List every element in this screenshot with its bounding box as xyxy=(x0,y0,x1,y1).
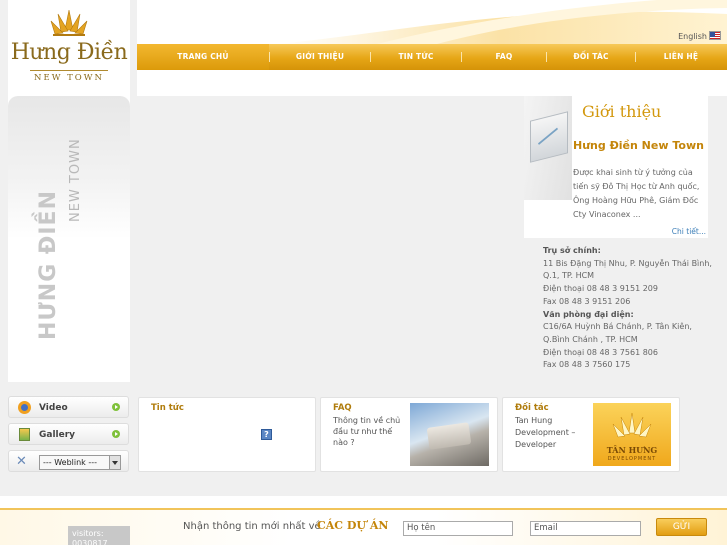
video-button[interactable]: Video xyxy=(8,396,129,418)
intro-text: Được khai sinh từ ý tưởng của tiến sỹ Đô… xyxy=(573,168,700,219)
faq-text[interactable]: Thông tin về chủ đầu tư như thế nào ? xyxy=(333,415,405,448)
faq-image xyxy=(410,403,489,466)
nav-item-news[interactable]: TIN TỨC xyxy=(371,44,461,70)
partner-sun-icon xyxy=(612,412,652,438)
video-icon xyxy=(18,401,31,414)
signup-project: CÁC DỰ ÁN xyxy=(317,519,389,532)
vertical-brand-name: HƯNG ĐIỀN xyxy=(36,190,61,340)
nav-item-about[interactable]: GIỚI THIỆU xyxy=(270,44,370,70)
intro-panel: Giới thiệu Hưng Điền New Town Được khai … xyxy=(524,96,708,226)
vertical-brand-tagline: NEW TOWN xyxy=(68,138,83,222)
nav-item-faq[interactable]: FAQ xyxy=(462,44,546,70)
nav-underbar xyxy=(137,70,727,96)
lotus-logo-icon xyxy=(50,9,88,36)
intro-more-link[interactable]: Chi tiết... xyxy=(524,226,708,238)
news-title[interactable]: Tin tức xyxy=(151,403,184,413)
arrow-right-icon xyxy=(112,430,120,438)
visitor-counter: visitors: 0030817 xyxy=(68,526,130,545)
nav-separator xyxy=(461,52,462,62)
partner-box: Đối tác Tan Hung Development – Developer… xyxy=(502,397,680,472)
nav-item-contact[interactable]: LIÊN HỆ xyxy=(636,44,726,70)
gallery-icon xyxy=(19,428,30,441)
intro-title: Giới thiệu xyxy=(582,102,662,121)
language-link[interactable]: English xyxy=(678,32,707,41)
main-nav: TRANG CHỦ GIỚI THIỆU TIN TỨC FAQ ĐỐI TÁC… xyxy=(137,44,727,70)
nav-separator xyxy=(370,52,371,62)
hq-fax: Fax 08 48 3 9151 206 xyxy=(543,296,631,306)
signup-label: Nhận thông tin mới nhất về xyxy=(183,521,321,532)
help-icon[interactable]: ? xyxy=(261,429,272,440)
partner-logo-name: TÂN HƯNG xyxy=(606,445,658,455)
hq-address: 11 Bis Đặng Thị Nhu, P. Nguyễn Thái Bình… xyxy=(543,258,712,281)
partner-text[interactable]: Tan Hung Development – Developer xyxy=(515,415,593,451)
intro-heading[interactable]: Hưng Điền New Town xyxy=(573,139,704,152)
news-box: Tin tức ? xyxy=(138,397,316,472)
name-input[interactable]: Họ tên xyxy=(403,521,513,536)
weblink-box: ✕ --- Weblink --- xyxy=(8,450,129,472)
nav-separator xyxy=(546,52,547,62)
footer-spacer xyxy=(0,496,727,508)
logo-tagline: NEW TOWN xyxy=(30,70,108,83)
logo[interactable]: Hưng Điền NEW TOWN xyxy=(8,0,130,95)
nav-separator xyxy=(635,52,636,62)
rep-address: C16/6A Huỳnh Bá Chánh, P. Tân Kiên, Q.Bì… xyxy=(543,322,692,344)
faq-title[interactable]: FAQ xyxy=(333,403,352,413)
video-label: Video xyxy=(39,403,68,413)
footer: visitors: 0030817 Nhận thông tin mới nhấ… xyxy=(0,508,727,545)
partner-logo[interactable]: TÂN HƯNG DEVELOPMENT xyxy=(593,403,671,466)
gallery-button[interactable]: Gallery xyxy=(8,423,129,445)
nav-separator xyxy=(269,52,270,62)
us-flag-icon[interactable] xyxy=(709,31,721,40)
rep-fax: Fax 08 48 3 7560 175 xyxy=(543,360,631,370)
hq-phone: Điện thoại 08 48 3 9151 209 xyxy=(543,284,658,294)
visitors-count: 0030817 xyxy=(72,539,108,545)
chevron-down-icon xyxy=(109,456,120,469)
intro-image xyxy=(524,96,572,200)
faq-box: FAQ Thông tin về chủ đầu tư như thế nào … xyxy=(320,397,498,472)
nav-item-home[interactable]: TRANG CHỦ xyxy=(137,44,269,70)
partner-logo-sub: DEVELOPMENT xyxy=(607,456,657,462)
partner-title[interactable]: Đối tác xyxy=(515,403,549,413)
send-button[interactable]: GỬI xyxy=(656,518,707,536)
rep-label: Văn phòng đại diện: xyxy=(543,309,634,319)
rep-phone: Điện thoại 08 48 3 7561 806 xyxy=(543,347,658,357)
tools-icon: ✕ xyxy=(16,454,27,469)
top-banner: English xyxy=(137,0,727,44)
folder-icon xyxy=(530,111,568,163)
weblink-selected: --- Weblink --- xyxy=(43,458,97,467)
logo-name: Hưng Điền xyxy=(10,40,128,65)
gallery-label: Gallery xyxy=(39,430,76,440)
visitors-label: visitors: xyxy=(72,529,104,538)
banner-swoosh xyxy=(277,0,727,44)
contact-info: Trụ sở chính: 11 Bis Đặng Thị Nhu, P. Ng… xyxy=(543,245,713,372)
hq-label: Trụ sở chính: xyxy=(543,246,601,255)
email-input[interactable]: Email xyxy=(530,521,641,536)
arrow-right-icon xyxy=(112,403,120,411)
weblink-select[interactable]: --- Weblink --- xyxy=(39,455,121,470)
nav-item-partners[interactable]: ĐỐI TÁC xyxy=(547,44,635,70)
